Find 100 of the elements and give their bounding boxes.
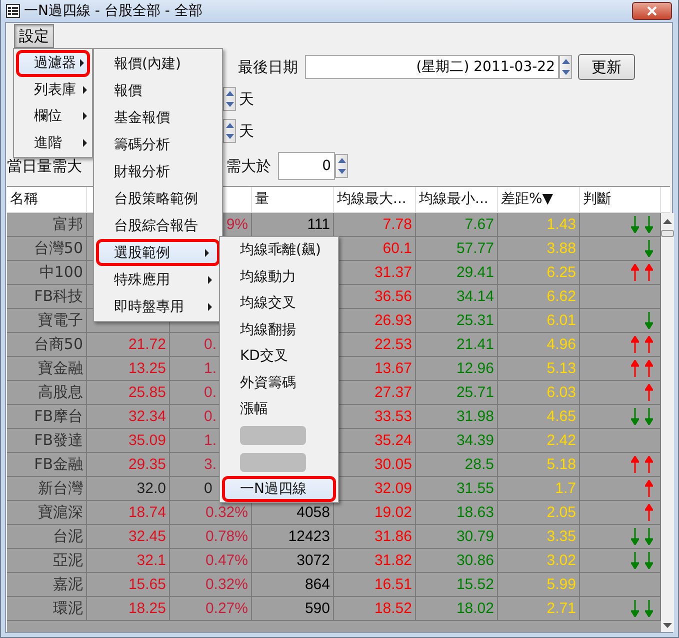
scrollbar[interactable] bbox=[661, 213, 674, 632]
column-header[interactable]: 均線最大... bbox=[334, 187, 416, 212]
menu-item-label: 基金報價 bbox=[114, 108, 171, 126]
menu-item[interactable]: 即時盤專用 bbox=[96, 293, 220, 320]
spin-control[interactable] bbox=[559, 55, 572, 79]
submenu-arrow-icon bbox=[80, 59, 84, 68]
column-header[interactable]: 差距%▼ bbox=[498, 187, 580, 212]
menu-item[interactable]: 均線動力 bbox=[222, 264, 336, 290]
submenu-arrow-icon bbox=[205, 248, 209, 256]
date-field[interactable]: (星期二) 2011-03-22 bbox=[305, 55, 559, 79]
menu-item[interactable]: 籌碼分析 bbox=[96, 131, 220, 158]
table-cell: 57.77 bbox=[416, 237, 498, 260]
column-header[interactable]: 判斷 bbox=[580, 187, 661, 212]
table-cell: FB發達 bbox=[7, 429, 87, 452]
table-cell: 864 bbox=[252, 573, 334, 596]
table-cell: 28.5 bbox=[416, 453, 498, 476]
table-cell: 3.88 bbox=[498, 237, 580, 260]
menu-item[interactable]: 財報分析 bbox=[96, 158, 220, 185]
scroll-thumb[interactable] bbox=[661, 230, 674, 237]
spin-control[interactable] bbox=[223, 87, 236, 111]
table-cell: 29.35 bbox=[87, 453, 170, 476]
update-button[interactable]: 更新 bbox=[578, 54, 635, 80]
menu-item[interactable]: 過濾器 bbox=[16, 50, 90, 76]
scroll-down-icon[interactable] bbox=[663, 623, 672, 628]
table-cell: 0.47% bbox=[170, 549, 252, 572]
table-cell: FB摩台 bbox=[7, 405, 87, 428]
menu-item-label: 報價 bbox=[114, 82, 143, 100]
menu-item[interactable]: 列表庫 bbox=[16, 76, 90, 103]
menu-item[interactable]: 報價 bbox=[96, 77, 220, 104]
table-cell: 13.25 bbox=[87, 357, 170, 380]
menu-item-label: 列表庫 bbox=[34, 80, 77, 99]
menu-item[interactable]: 基金報價 bbox=[96, 104, 220, 131]
table-cell: 5.18 bbox=[498, 453, 580, 476]
triangle-up-icon[interactable] bbox=[226, 91, 234, 96]
table-cell: 18.63 bbox=[416, 501, 498, 524]
table-cell: 4.65 bbox=[498, 405, 580, 428]
triangle-up-icon[interactable] bbox=[562, 59, 570, 64]
table-cell: 寶電子 bbox=[7, 309, 87, 332]
table-cell: 32.1 bbox=[87, 549, 170, 572]
menu-item[interactable]: 欄位 bbox=[16, 103, 90, 130]
menu-item[interactable]: 特殊應用 bbox=[96, 266, 220, 293]
triangle-up-icon[interactable] bbox=[338, 158, 346, 163]
menu-item[interactable]: 選股範例 bbox=[96, 239, 220, 266]
menu-button[interactable]: 設定 bbox=[14, 24, 54, 48]
table-cell: 30.86 bbox=[416, 549, 498, 572]
table-cell: 25.85 bbox=[87, 381, 170, 404]
table-cell: 高股息 bbox=[7, 381, 87, 404]
table-cell: 2.05 bbox=[498, 501, 580, 524]
menu-item[interactable]: 進階 bbox=[16, 130, 90, 156]
triangle-down-icon[interactable] bbox=[226, 102, 234, 107]
table-cell: 21.41 bbox=[416, 333, 498, 356]
menu-item-label: 均線動力 bbox=[240, 268, 297, 286]
column-header[interactable]: 名稱 bbox=[7, 187, 87, 212]
table-cell: 25.71 bbox=[416, 381, 498, 404]
unit-label: 天 bbox=[238, 90, 255, 108]
table-cell: 3.35 bbox=[498, 525, 580, 548]
app-icon bbox=[6, 4, 20, 18]
table-cell: 31.98 bbox=[416, 405, 498, 428]
menu-item-label: 均線乖離(飆) bbox=[240, 241, 322, 260]
spin-control[interactable] bbox=[223, 119, 236, 143]
table-cell: 35.09 bbox=[87, 429, 170, 452]
submenu-arrow-icon bbox=[83, 112, 87, 120]
menu-item[interactable]: 台股策略範例 bbox=[96, 185, 220, 212]
table-cell: 590 bbox=[252, 597, 334, 620]
table-cell: 15.52 bbox=[416, 573, 498, 596]
table-cell: 寶金融 bbox=[7, 357, 87, 380]
triangle-up-icon[interactable] bbox=[226, 123, 234, 128]
table-cell: 12.96 bbox=[416, 357, 498, 380]
menu-item-label: 進階 bbox=[34, 134, 63, 152]
menu-item[interactable]: 均線乖離(飆) bbox=[222, 237, 336, 264]
table-cell: 7.67 bbox=[416, 213, 498, 236]
triangle-down-icon[interactable] bbox=[562, 70, 570, 75]
table-cell: 6.01 bbox=[498, 309, 580, 332]
redacted-bar bbox=[240, 452, 306, 472]
spin-control[interactable] bbox=[335, 154, 348, 178]
table-cell: 34.39 bbox=[416, 429, 498, 452]
menu-item-label: 報價(內建) bbox=[114, 54, 182, 72]
menu-item[interactable]: 一N過四線 bbox=[222, 476, 336, 502]
column-header[interactable]: 均線最小... bbox=[416, 187, 498, 212]
price-field[interactable]: 0 bbox=[278, 152, 335, 180]
close-button[interactable] bbox=[632, 2, 672, 20]
redacted-bar bbox=[240, 426, 306, 446]
submenu-arrow-icon bbox=[208, 302, 212, 310]
unit-label: 天 bbox=[238, 122, 255, 140]
triangle-down-icon[interactable] bbox=[226, 134, 234, 139]
menu-item[interactable]: 均線交叉 bbox=[222, 290, 336, 316]
column-header[interactable]: 量 bbox=[252, 187, 334, 212]
table-cell: 31.82 bbox=[334, 549, 416, 572]
table-cell: 台商50 bbox=[7, 333, 87, 356]
menu-item[interactable]: 報價(內建) bbox=[96, 50, 220, 77]
table-cell: 16.51 bbox=[334, 573, 416, 596]
table-cell: 2.71 bbox=[498, 597, 580, 620]
table-cell: FB科技 bbox=[7, 285, 87, 308]
date-label: 最後日期 bbox=[237, 58, 299, 76]
scroll-up-icon[interactable] bbox=[663, 219, 672, 224]
triangle-down-icon[interactable] bbox=[338, 169, 346, 174]
menu-item-label: 籌碼分析 bbox=[114, 136, 171, 154]
table-cell: 4.96 bbox=[498, 333, 580, 356]
table-cell: 31.55 bbox=[416, 477, 498, 500]
table-cell: 富邦 bbox=[7, 213, 87, 236]
